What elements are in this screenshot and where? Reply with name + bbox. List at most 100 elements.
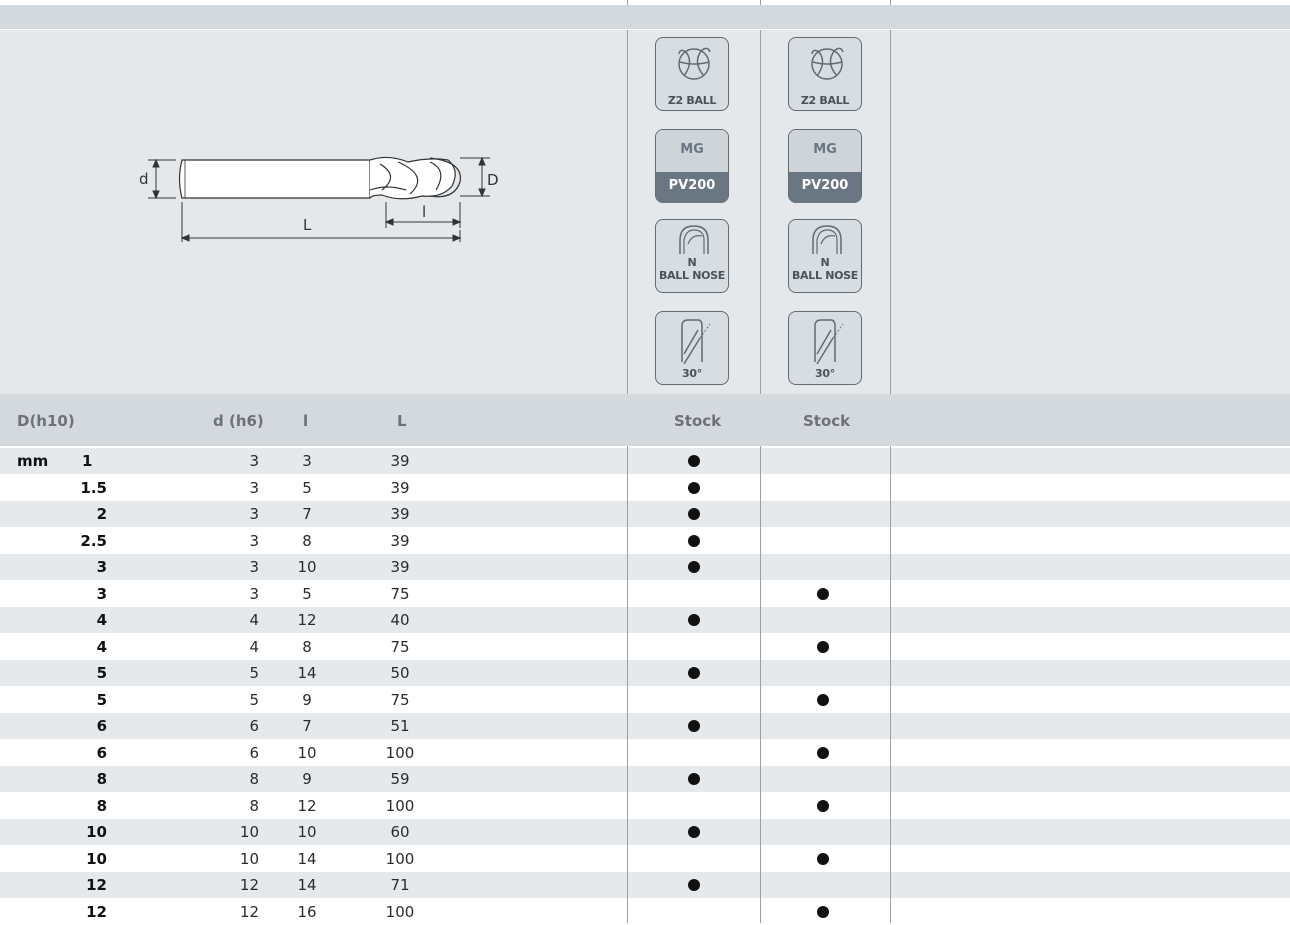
cell-d: 3: [249, 452, 259, 470]
cell-D: 10: [86, 823, 107, 841]
table-row: 10 10 14 100: [0, 845, 1290, 872]
cell-D: 4: [96, 611, 107, 629]
helix-shape-icon: [814, 319, 844, 364]
cell-l: 14: [297, 849, 317, 868]
cell-l: 10: [297, 743, 317, 762]
material-bottom-label: PV200: [668, 178, 716, 193]
z2-ball-icon: Z2 BALL: [655, 37, 729, 111]
cell-D: 2: [96, 505, 107, 523]
cell-D: 12: [86, 876, 107, 894]
top-band: [0, 5, 1290, 29]
table-row: 2 3 7 39: [0, 501, 1290, 527]
column-divider: [627, 0, 628, 5]
ball-nose-shape-icon: [812, 225, 842, 254]
cell-L: 39: [390, 452, 410, 470]
column-divider: [627, 30, 628, 394]
cell-D: 5: [96, 664, 107, 682]
end-mill-dimension-diagram: [148, 156, 490, 242]
ball-end-mill-top-icon: [678, 47, 711, 80]
table-row: 1.5 3 5 39: [0, 474, 1290, 501]
material-grade-icon: MG PV200: [788, 129, 862, 203]
cell-L: 39: [390, 531, 410, 550]
column-divider: [627, 446, 628, 923]
cell-l: 3: [302, 452, 312, 470]
column-divider: [760, 446, 761, 923]
cell-D: 5: [96, 690, 107, 709]
cell-d: 10: [239, 849, 259, 868]
cell-d: 3: [249, 584, 259, 603]
cell-D: 6: [96, 717, 107, 735]
cell-L: 100: [385, 796, 415, 815]
cell-l: 8: [302, 637, 312, 656]
unit-label: mm: [17, 452, 49, 470]
tool-icons-column-2: Z2 BALL MG PV200 N BALL NOSE 30°: [788, 37, 868, 387]
cell-D: 3: [96, 558, 107, 576]
cell-D: 2.5: [80, 531, 107, 550]
material-bottom-label: PV200: [801, 178, 849, 193]
cell-D: 4: [96, 637, 107, 656]
cell-D: 10: [86, 849, 107, 868]
shape-label-1: N: [687, 256, 697, 269]
header-L: L: [397, 412, 407, 430]
cell-d: 5: [249, 664, 259, 682]
header-stock-2: Stock: [803, 412, 851, 430]
cell-L: 40: [390, 611, 410, 629]
helix-angle-icon: 30°: [788, 311, 862, 385]
stock-dot-1: [688, 720, 700, 732]
stock-dot-1: [688, 481, 700, 494]
cell-L: 51: [390, 717, 410, 735]
stock-dot-2: [817, 640, 829, 653]
stock-dot-1: [688, 455, 700, 467]
table-row: 3 3 10 39: [0, 554, 1290, 580]
cell-L: 39: [390, 558, 410, 576]
cell-l: 9: [302, 770, 312, 788]
table-row: 8 8 12 100: [0, 792, 1290, 819]
cell-l: 8: [302, 531, 312, 550]
cell-l: 5: [302, 584, 312, 603]
cell-L: 50: [390, 664, 410, 682]
table-row: 8 8 9 59: [0, 766, 1290, 792]
cell-l: 16: [297, 902, 317, 921]
ball-end-mill-top-icon: [811, 47, 844, 80]
cell-D: 8: [96, 770, 107, 788]
cell-d: 8: [249, 770, 259, 788]
cell-L: 75: [390, 584, 410, 603]
ball-nose-icon: N BALL NOSE: [788, 219, 862, 293]
cell-d: 6: [249, 717, 259, 735]
table-row: 4 4 12 40: [0, 607, 1290, 633]
stock-dot-2: [817, 905, 829, 918]
table-row: 4 4 8 75: [0, 633, 1290, 660]
cell-L: 60: [390, 823, 410, 841]
cell-L: 100: [385, 849, 415, 868]
column-divider: [890, 446, 891, 923]
ball-nose-shape-icon: [679, 225, 709, 254]
cell-l: 12: [297, 796, 317, 815]
cell-d: 6: [249, 743, 259, 762]
header-d: d (h6): [213, 412, 264, 430]
table-row: 6 6 10 100: [0, 739, 1290, 766]
cell-D: 8: [96, 796, 107, 815]
column-divider: [760, 0, 761, 5]
shape-label-2: BALL NOSE: [791, 269, 859, 282]
table-row: 10 10 10 60: [0, 819, 1290, 845]
material-top-label: MG: [813, 142, 837, 157]
type-label: Z2 BALL: [667, 94, 717, 107]
table-header-row: [0, 394, 1290, 446]
table-row: 3 3 5 75: [0, 580, 1290, 607]
cell-l: 10: [297, 823, 317, 841]
cell-l: 9: [302, 690, 312, 709]
table-row: mm 1 3 3 39: [0, 448, 1290, 474]
table-row: 12 12 14 71: [0, 872, 1290, 898]
cell-l: 7: [302, 505, 312, 523]
z2-ball-icon: Z2 BALL: [788, 37, 862, 111]
helix-shape-icon: [681, 319, 711, 364]
diagram-label-D: D: [487, 171, 499, 189]
type-label: Z2 BALL: [800, 94, 850, 107]
stock-dot-1: [688, 561, 700, 573]
cell-L: 39: [390, 478, 410, 497]
stock-dot-2: [817, 746, 829, 759]
cell-L: 59: [390, 770, 410, 788]
tool-icons-column-1: Z2 BALL MG PV200 N BALL NOSE 30°: [655, 37, 735, 387]
cell-l: 12: [297, 611, 317, 629]
cell-L: 100: [385, 902, 415, 921]
